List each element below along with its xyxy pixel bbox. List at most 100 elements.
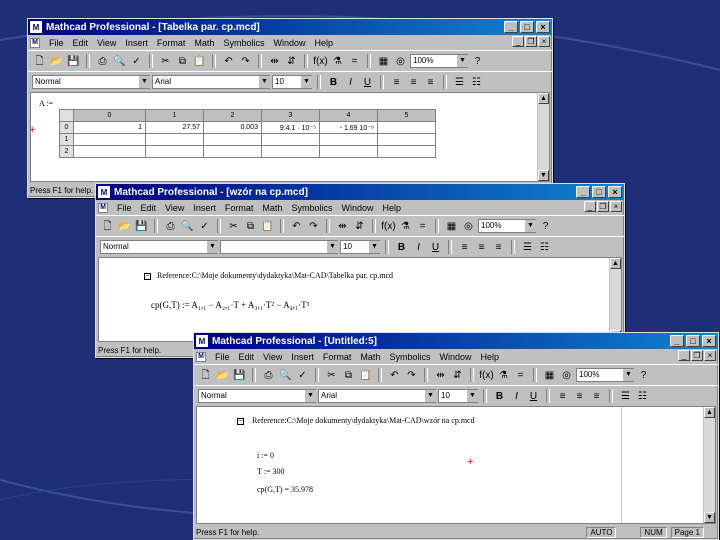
menu-file[interactable]: File xyxy=(215,352,230,362)
menu-math[interactable]: Math xyxy=(262,203,282,213)
menu-file[interactable]: File xyxy=(49,38,64,48)
paste-icon[interactable]: 📋 xyxy=(358,368,373,383)
table-cell[interactable] xyxy=(73,145,146,158)
worksheet[interactable]: A := + 0 1 2 3 4 5 0 1 27.57 0.003 9.4.1… xyxy=(30,92,550,182)
style-select[interactable]: Normal ▼ xyxy=(32,75,150,89)
minimize-button[interactable]: _ xyxy=(504,21,518,33)
font-select[interactable]: Arial ▼ xyxy=(152,75,270,89)
insert-unit-icon[interactable]: ⚗ xyxy=(398,219,413,234)
mathcad-window-untitled[interactable]: M Mathcad Professional - [Untitled:5] _ … xyxy=(193,332,719,540)
menu-math[interactable]: Math xyxy=(194,38,214,48)
style-select[interactable]: Normal ▼ xyxy=(100,240,218,254)
bold-button[interactable]: B xyxy=(492,389,507,404)
insert-unit-icon[interactable]: ⚗ xyxy=(496,368,511,383)
undo-icon[interactable]: ↶ xyxy=(289,219,304,234)
numbering-icon[interactable]: ☷ xyxy=(635,389,650,404)
print-icon[interactable]: ⎙ xyxy=(261,368,276,383)
bullets-icon[interactable]: ☰ xyxy=(520,240,535,255)
close-button[interactable]: × xyxy=(536,21,550,33)
table-cell[interactable] xyxy=(145,133,204,146)
doc-close-button[interactable]: × xyxy=(610,201,622,212)
print-icon[interactable]: ⎙ xyxy=(95,54,110,69)
menu-insert[interactable]: Insert xyxy=(291,352,314,362)
menu-format[interactable]: Format xyxy=(323,352,352,362)
bullets-icon[interactable]: ☰ xyxy=(452,75,467,90)
redo-icon[interactable]: ↷ xyxy=(404,368,419,383)
menu-symbolics[interactable]: Symbolics xyxy=(223,38,264,48)
close-button[interactable]: × xyxy=(702,335,716,347)
menu-math[interactable]: Math xyxy=(360,352,380,362)
menu-insert[interactable]: Insert xyxy=(125,38,148,48)
resource-center-icon[interactable]: ◎ xyxy=(393,54,408,69)
cut-icon[interactable]: ✂ xyxy=(158,54,173,69)
align-left-icon[interactable]: ≡ xyxy=(457,240,472,255)
table-cell[interactable] xyxy=(261,145,320,158)
doc-minimize-button[interactable]: _ xyxy=(512,36,524,47)
table-cell[interactable] xyxy=(73,133,146,146)
insert-graph-icon[interactable]: ▦ xyxy=(376,54,391,69)
new-document-icon[interactable]: 🗋 xyxy=(198,368,213,383)
redo-icon[interactable]: ↷ xyxy=(306,219,321,234)
open-folder-icon[interactable]: 📂 xyxy=(49,54,64,69)
spell-check-icon[interactable]: ✓ xyxy=(295,368,310,383)
align-center-icon[interactable]: ≡ xyxy=(406,75,421,90)
table-cell[interactable] xyxy=(319,133,378,146)
undo-icon[interactable]: ↶ xyxy=(387,368,402,383)
scroll-up-icon[interactable]: ▲ xyxy=(610,258,621,269)
title-bar[interactable]: M Mathcad Professional - [Untitled:5] _ … xyxy=(194,333,718,349)
table-cell[interactable] xyxy=(377,121,436,134)
title-bar[interactable]: M Mathcad Professional - [wzór na cp.mcd… xyxy=(96,184,624,200)
copy-icon[interactable]: ⧉ xyxy=(341,368,356,383)
scroll-down-icon[interactable]: ▼ xyxy=(538,170,549,181)
menu-format[interactable]: Format xyxy=(225,203,254,213)
bullets-icon[interactable]: ☰ xyxy=(618,389,633,404)
table-cell[interactable] xyxy=(203,133,262,146)
doc-close-button[interactable]: × xyxy=(704,350,716,361)
menu-view[interactable]: View xyxy=(165,203,184,213)
menu-file[interactable]: File xyxy=(117,203,132,213)
calculate-icon[interactable]: = xyxy=(347,54,362,69)
cut-icon[interactable]: ✂ xyxy=(324,368,339,383)
menu-view[interactable]: View xyxy=(263,352,282,362)
maximize-button[interactable]: □ xyxy=(520,21,534,33)
reference-marker-icon[interactable]: − xyxy=(237,418,244,425)
matrix-table[interactable]: 0 1 2 3 4 5 0 1 27.57 0.003 9.4.1 · 10⁻⁵… xyxy=(59,109,436,158)
align-left-icon[interactable]: ≡ xyxy=(389,75,404,90)
menu-edit[interactable]: Edit xyxy=(73,38,89,48)
maximize-button[interactable]: □ xyxy=(592,186,606,198)
help-icon[interactable]: ? xyxy=(636,368,651,383)
scroll-up-icon[interactable]: ▲ xyxy=(538,93,549,104)
table-cell[interactable]: 27.57 xyxy=(145,121,204,134)
new-document-icon[interactable]: 🗋 xyxy=(100,219,115,234)
calculate-icon[interactable]: = xyxy=(415,219,430,234)
menu-insert[interactable]: Insert xyxy=(193,203,216,213)
redo-icon[interactable]: ↷ xyxy=(238,54,253,69)
italic-button[interactable]: I xyxy=(343,75,358,90)
menu-format[interactable]: Format xyxy=(157,38,186,48)
worksheet[interactable]: − Reference:C:\Moje dokumenty\dydaktyka\… xyxy=(196,406,716,524)
open-folder-icon[interactable]: 📂 xyxy=(215,368,230,383)
insert-unit-icon[interactable]: ⚗ xyxy=(330,54,345,69)
table-cell[interactable] xyxy=(261,133,320,146)
menu-help[interactable]: Help xyxy=(382,203,401,213)
italic-button[interactable]: I xyxy=(411,240,426,255)
table-cell[interactable] xyxy=(319,145,378,158)
undo-icon[interactable]: ↶ xyxy=(221,54,236,69)
print-preview-icon[interactable]: 🔍 xyxy=(278,368,293,383)
document-icon[interactable]: M xyxy=(98,202,108,213)
style-select[interactable]: Normal ▼ xyxy=(198,389,316,403)
print-icon[interactable]: ⎙ xyxy=(163,219,178,234)
menu-help[interactable]: Help xyxy=(314,38,333,48)
bold-button[interactable]: B xyxy=(326,75,341,90)
font-size-select[interactable]: 10 ▼ xyxy=(438,389,478,403)
mathcad-window-tabelka[interactable]: M Mathcad Professional - [Tabelka par. c… xyxy=(27,18,553,198)
insert-function-icon[interactable]: f(x) xyxy=(381,219,396,234)
font-size-select[interactable]: 10 ▼ xyxy=(272,75,312,89)
save-icon[interactable]: 💾 xyxy=(134,219,149,234)
close-button[interactable]: × xyxy=(608,186,622,198)
align-down-icon[interactable]: ⇵ xyxy=(352,219,367,234)
table-cell[interactable]: 9.4.1 · 10⁻⁵ xyxy=(261,121,320,134)
table-cell[interactable]: 0.003 xyxy=(203,121,262,134)
align-across-icon[interactable]: ⇹ xyxy=(335,219,350,234)
worksheet[interactable]: − Reference:C:\Moje dokumenty\dydaktyka\… xyxy=(98,257,622,342)
